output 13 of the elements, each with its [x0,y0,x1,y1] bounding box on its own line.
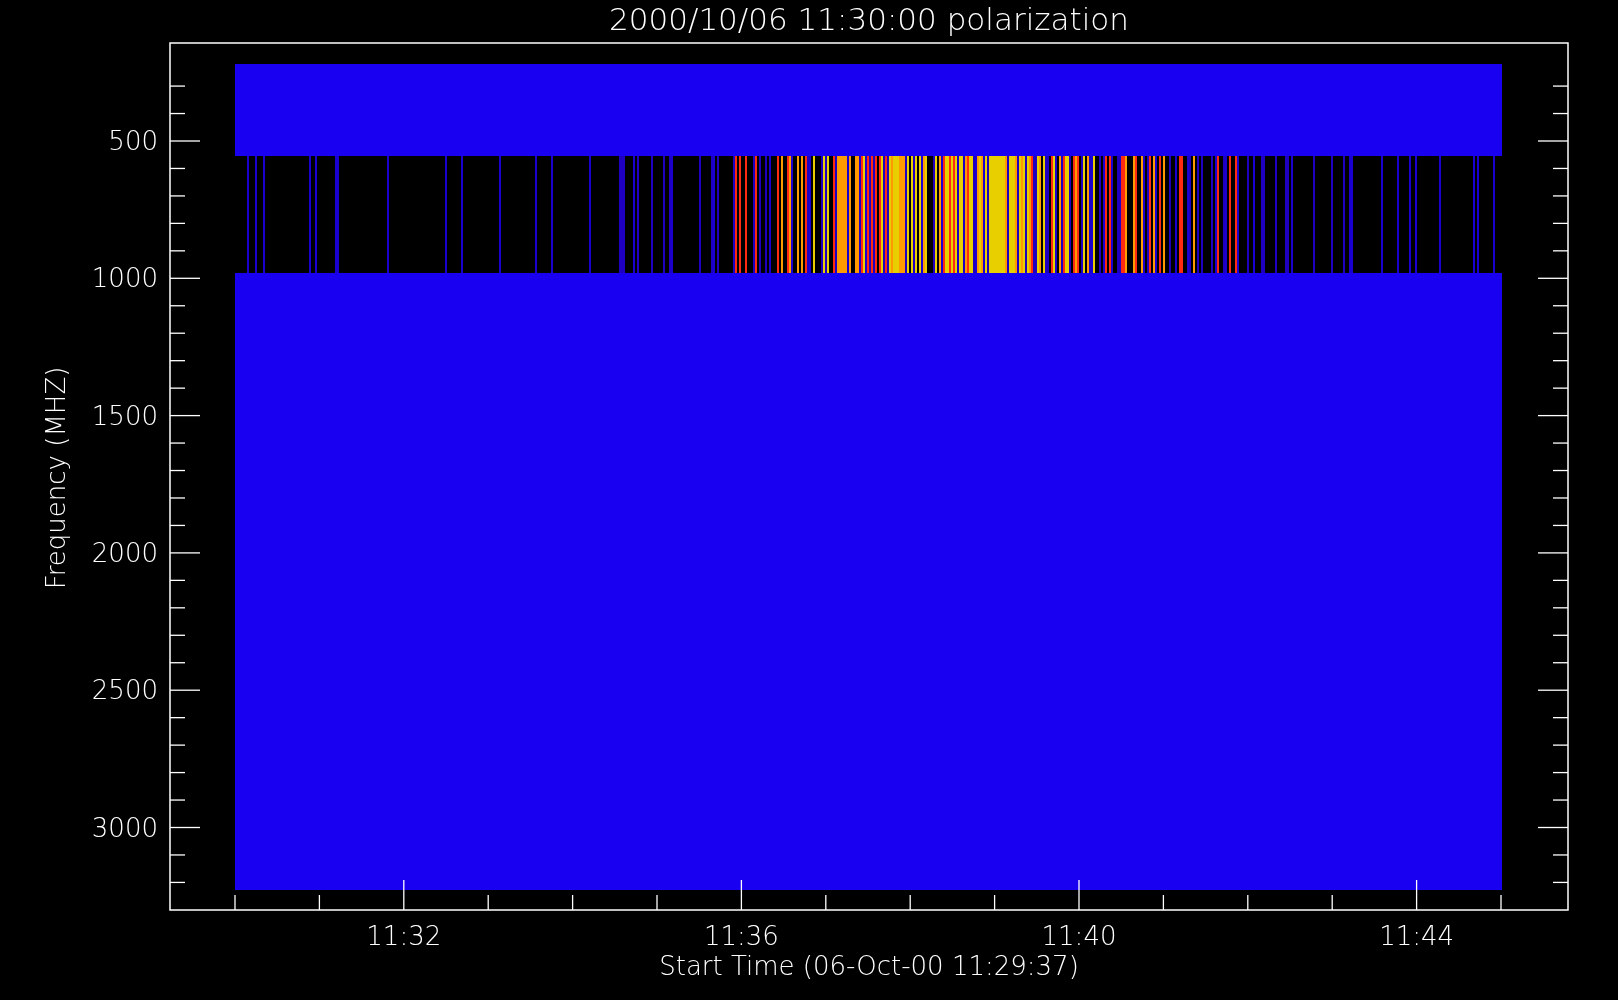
tick-label: 3000 [91,812,158,843]
tick-label: 11:40 [1041,921,1117,951]
plot-title: 2000/10/06 11:30:00 polarization [609,1,1129,37]
tick-label: 1500 [91,400,158,431]
tick-label: 11:36 [703,921,779,951]
tick-label: 1000 [91,263,158,294]
tick-label: 2500 [91,675,158,706]
tick-label: 11:44 [1379,921,1455,951]
tick-label: 11:32 [366,921,442,951]
tick-label: 500 [108,126,158,156]
tick-label: 2000 [91,537,158,568]
x-axis-label: Start Time (06-Oct-00 11:29:37) [659,951,1079,981]
y-axis-label: Frequency (MHZ) [41,366,71,590]
